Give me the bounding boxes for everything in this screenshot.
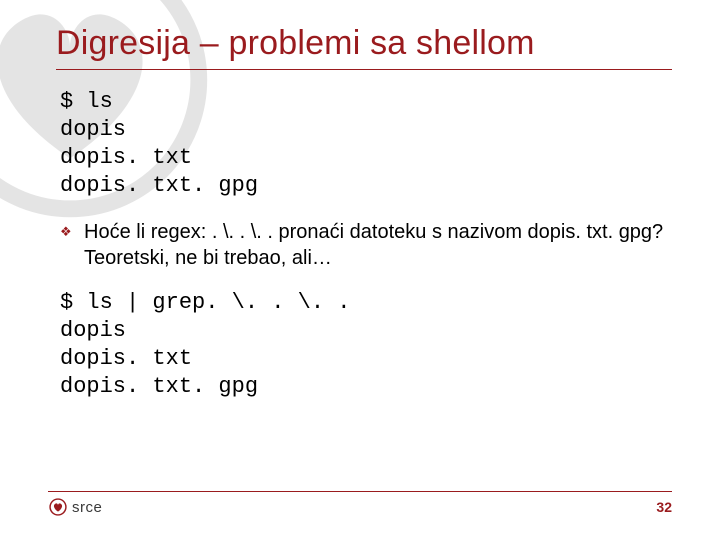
heart-logo-icon: [48, 498, 68, 516]
code-block-2: $ ls | grep. \. . \. . dopis dopis. txt …: [60, 289, 672, 402]
bullet-text: Hoće li regex: . \. . \. . pronaći datot…: [84, 219, 672, 271]
bullet-item: ❖ Hoće li regex: . \. . \. . pronaći dat…: [60, 219, 672, 271]
diamond-bullet-icon: ❖: [60, 225, 74, 239]
title-underline: [56, 69, 672, 70]
slide-footer: srce 32: [48, 491, 672, 516]
footer-logo-text: srce: [72, 499, 102, 516]
code-block-1: $ ls dopis dopis. txt dopis. txt. gpg: [60, 88, 672, 201]
footer-logo: srce: [48, 498, 102, 516]
page-number: 32: [656, 499, 672, 515]
footer-rule: [48, 491, 672, 492]
slide-title: Digresija – problemi sa shellom: [56, 24, 672, 63]
slide-container: Digresija – problemi sa shellom $ ls dop…: [0, 0, 720, 540]
